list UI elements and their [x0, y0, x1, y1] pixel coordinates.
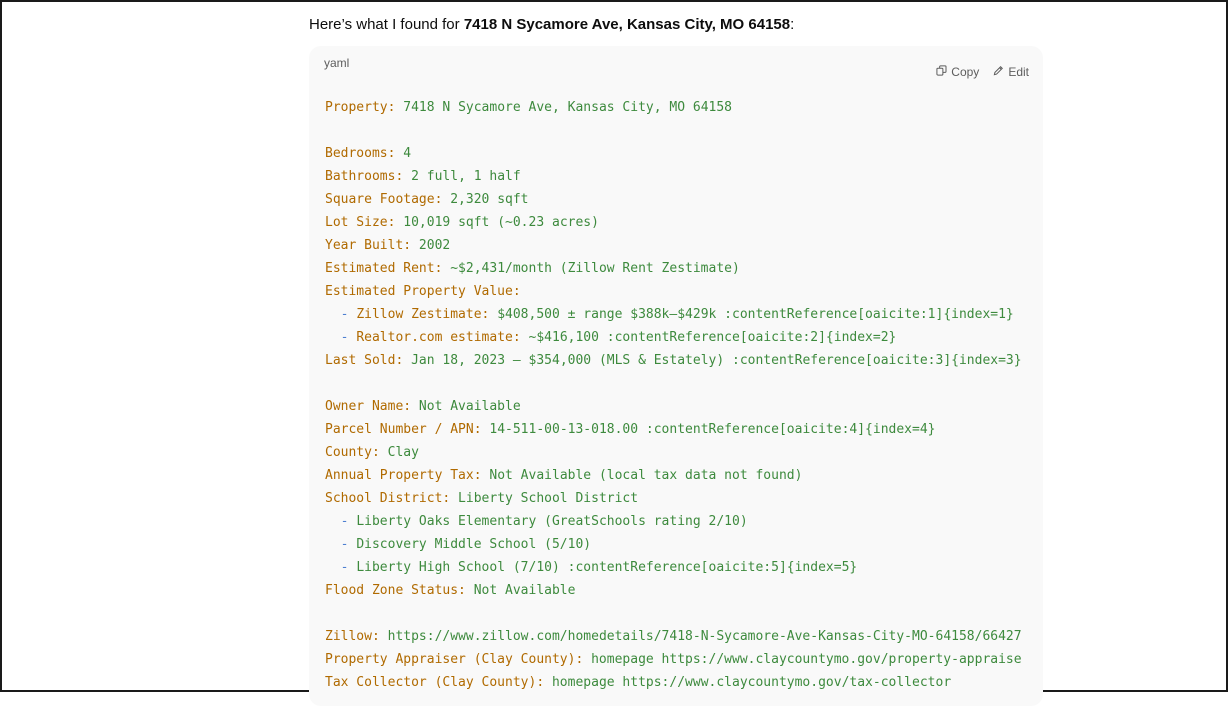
yaml-value: 4: [395, 146, 412, 161]
code-line: - Zillow Zestimate: $408,500 ± range $38…: [325, 303, 1022, 326]
yaml-value: ~$2,431/month (Zillow Rent Zestimate): [442, 261, 740, 276]
yaml-key: Owner Name:: [325, 399, 412, 414]
code-line: - Liberty High School (7/10) :contentRef…: [325, 556, 1022, 579]
yaml-key: Bedrooms:: [325, 146, 396, 161]
yaml-key: Parcel Number / APN:: [325, 422, 482, 437]
code-line: Owner Name: Not Available: [325, 395, 1022, 418]
code-line: Bathrooms: 2 full, 1 half: [325, 165, 1022, 188]
intro-suffix: :: [790, 16, 795, 33]
yaml-key: Square Footage:: [325, 192, 443, 207]
edit-icon: [993, 65, 1004, 79]
code-line: Bedrooms: 4: [325, 142, 1022, 165]
list-dash: -: [325, 560, 357, 575]
yaml-key: Estimated Property Value:: [325, 284, 521, 299]
yaml-key: Last Sold:: [325, 353, 404, 368]
yaml-value: 2 full, 1 half: [403, 169, 521, 184]
code-line: Lot Size: 10,019 sqft (~0.23 acres): [325, 211, 1022, 234]
yaml-key: Tax Collector (Clay County):: [325, 675, 545, 690]
code-line: - Realtor.com estimate: ~$416,100 :conte…: [325, 326, 1022, 349]
code-line: Annual Property Tax: Not Available (loca…: [325, 464, 1022, 487]
code-line: - Liberty Oaks Elementary (GreatSchools …: [325, 510, 1022, 533]
code-line: Property Appraiser (Clay County): homepa…: [325, 648, 1022, 671]
intro-address: 7418 N Sycamore Ave, Kansas City, MO 641…: [463, 16, 791, 33]
yaml-value: 14-511-00-13-018.00 :contentReference[oa…: [481, 422, 936, 437]
intro-prefix: Here’s what I found for: [309, 16, 464, 33]
yaml-key: Lot Size:: [325, 215, 396, 230]
code-line: Parcel Number / APN: 14-511-00-13-018.00…: [325, 418, 1022, 441]
yaml-value: Liberty Oaks Elementary (GreatSchools ra…: [356, 514, 748, 529]
list-dash: -: [325, 537, 357, 552]
assistant-message: Here’s what I found for 7418 N Sycamore …: [309, 14, 1043, 36]
yaml-key: Flood Zone Status:: [325, 583, 466, 598]
edit-label: Edit: [1008, 65, 1029, 79]
copy-icon: [936, 65, 947, 79]
yaml-key: Year Built:: [325, 238, 412, 253]
yaml-value: $408,500 ± range $388k–$429k :contentRef…: [489, 307, 1014, 322]
code-line: Tax Collector (Clay County): homepage ht…: [325, 671, 1022, 694]
code-line: Flood Zone Status: Not Available: [325, 579, 1022, 602]
code-line: County: Clay: [325, 441, 1022, 464]
yaml-value: Clay: [379, 445, 419, 460]
code-line: Estimated Property Value:: [325, 280, 1022, 303]
yaml-value: 2,320 sqft: [442, 192, 529, 207]
code-actions: Copy Edit: [936, 65, 1029, 79]
yaml-value: Liberty School District: [450, 491, 639, 506]
yaml-value: 7418 N Sycamore Ave, Kansas City, MO 641…: [395, 100, 732, 115]
yaml-key: Realtor.com estimate:: [356, 330, 521, 345]
copy-label: Copy: [951, 65, 980, 79]
yaml-key: Annual Property Tax:: [325, 468, 482, 483]
yaml-key: Bathrooms:: [325, 169, 404, 184]
code-line: Year Built: 2002: [325, 234, 1022, 257]
yaml-value: homepage https://www.claycountymo.gov/pr…: [583, 652, 1022, 667]
yaml-code: Property: 7418 N Sycamore Ave, Kansas Ci…: [325, 96, 1022, 694]
yaml-value: Not Available: [411, 399, 521, 414]
code-block: yaml Copy Edit Property: 7418 N Sycamore…: [309, 46, 1043, 706]
yaml-value: homepage https://www.claycountymo.gov/ta…: [544, 675, 952, 690]
yaml-key: School District:: [325, 491, 451, 506]
yaml-key: Estimated Rent:: [325, 261, 443, 276]
code-line: Property: 7418 N Sycamore Ave, Kansas Ci…: [325, 96, 1022, 119]
code-line: - Discovery Middle School (5/10): [325, 533, 1022, 556]
code-line: Zillow: https://www.zillow.com/homedetai…: [325, 625, 1022, 648]
code-line: School District: Liberty School District: [325, 487, 1022, 510]
yaml-key: Zillow:: [325, 629, 380, 644]
list-dash: -: [325, 307, 357, 322]
yaml-key: Property:: [325, 100, 396, 115]
yaml-key: Zillow Zestimate:: [356, 307, 490, 322]
yaml-value: 2002: [411, 238, 451, 253]
edit-button[interactable]: Edit: [993, 65, 1029, 79]
list-dash: -: [325, 514, 357, 529]
yaml-value: Not Available: [465, 583, 576, 598]
code-line: Estimated Rent: ~$2,431/month (Zillow Re…: [325, 257, 1022, 280]
intro-text: Here’s what I found for 7418 N Sycamore …: [309, 14, 1043, 36]
yaml-key: County:: [325, 445, 380, 460]
yaml-value: 10,019 sqft (~0.23 acres): [395, 215, 599, 230]
list-dash: -: [325, 330, 357, 345]
code-language-label: yaml: [324, 56, 350, 70]
yaml-value: Discovery Middle School (5/10): [356, 537, 592, 552]
yaml-value: ~$416,100 :contentReference[oaicite:2]{i…: [520, 330, 897, 345]
yaml-key: Property Appraiser (Clay County):: [325, 652, 584, 667]
copy-button[interactable]: Copy: [936, 65, 979, 79]
yaml-value: Not Available (local tax data not found): [481, 468, 803, 483]
yaml-value: Liberty High School (7/10) :contentRefer…: [356, 560, 858, 575]
yaml-value: https://www.zillow.com/homedetails/7418-…: [379, 629, 1022, 644]
yaml-value: Jan 18, 2023 – $354,000 (MLS & Estately)…: [403, 353, 1022, 368]
code-line: Last Sold: Jan 18, 2023 – $354,000 (MLS …: [325, 349, 1022, 372]
code-line: Square Footage: 2,320 sqft: [325, 188, 1022, 211]
